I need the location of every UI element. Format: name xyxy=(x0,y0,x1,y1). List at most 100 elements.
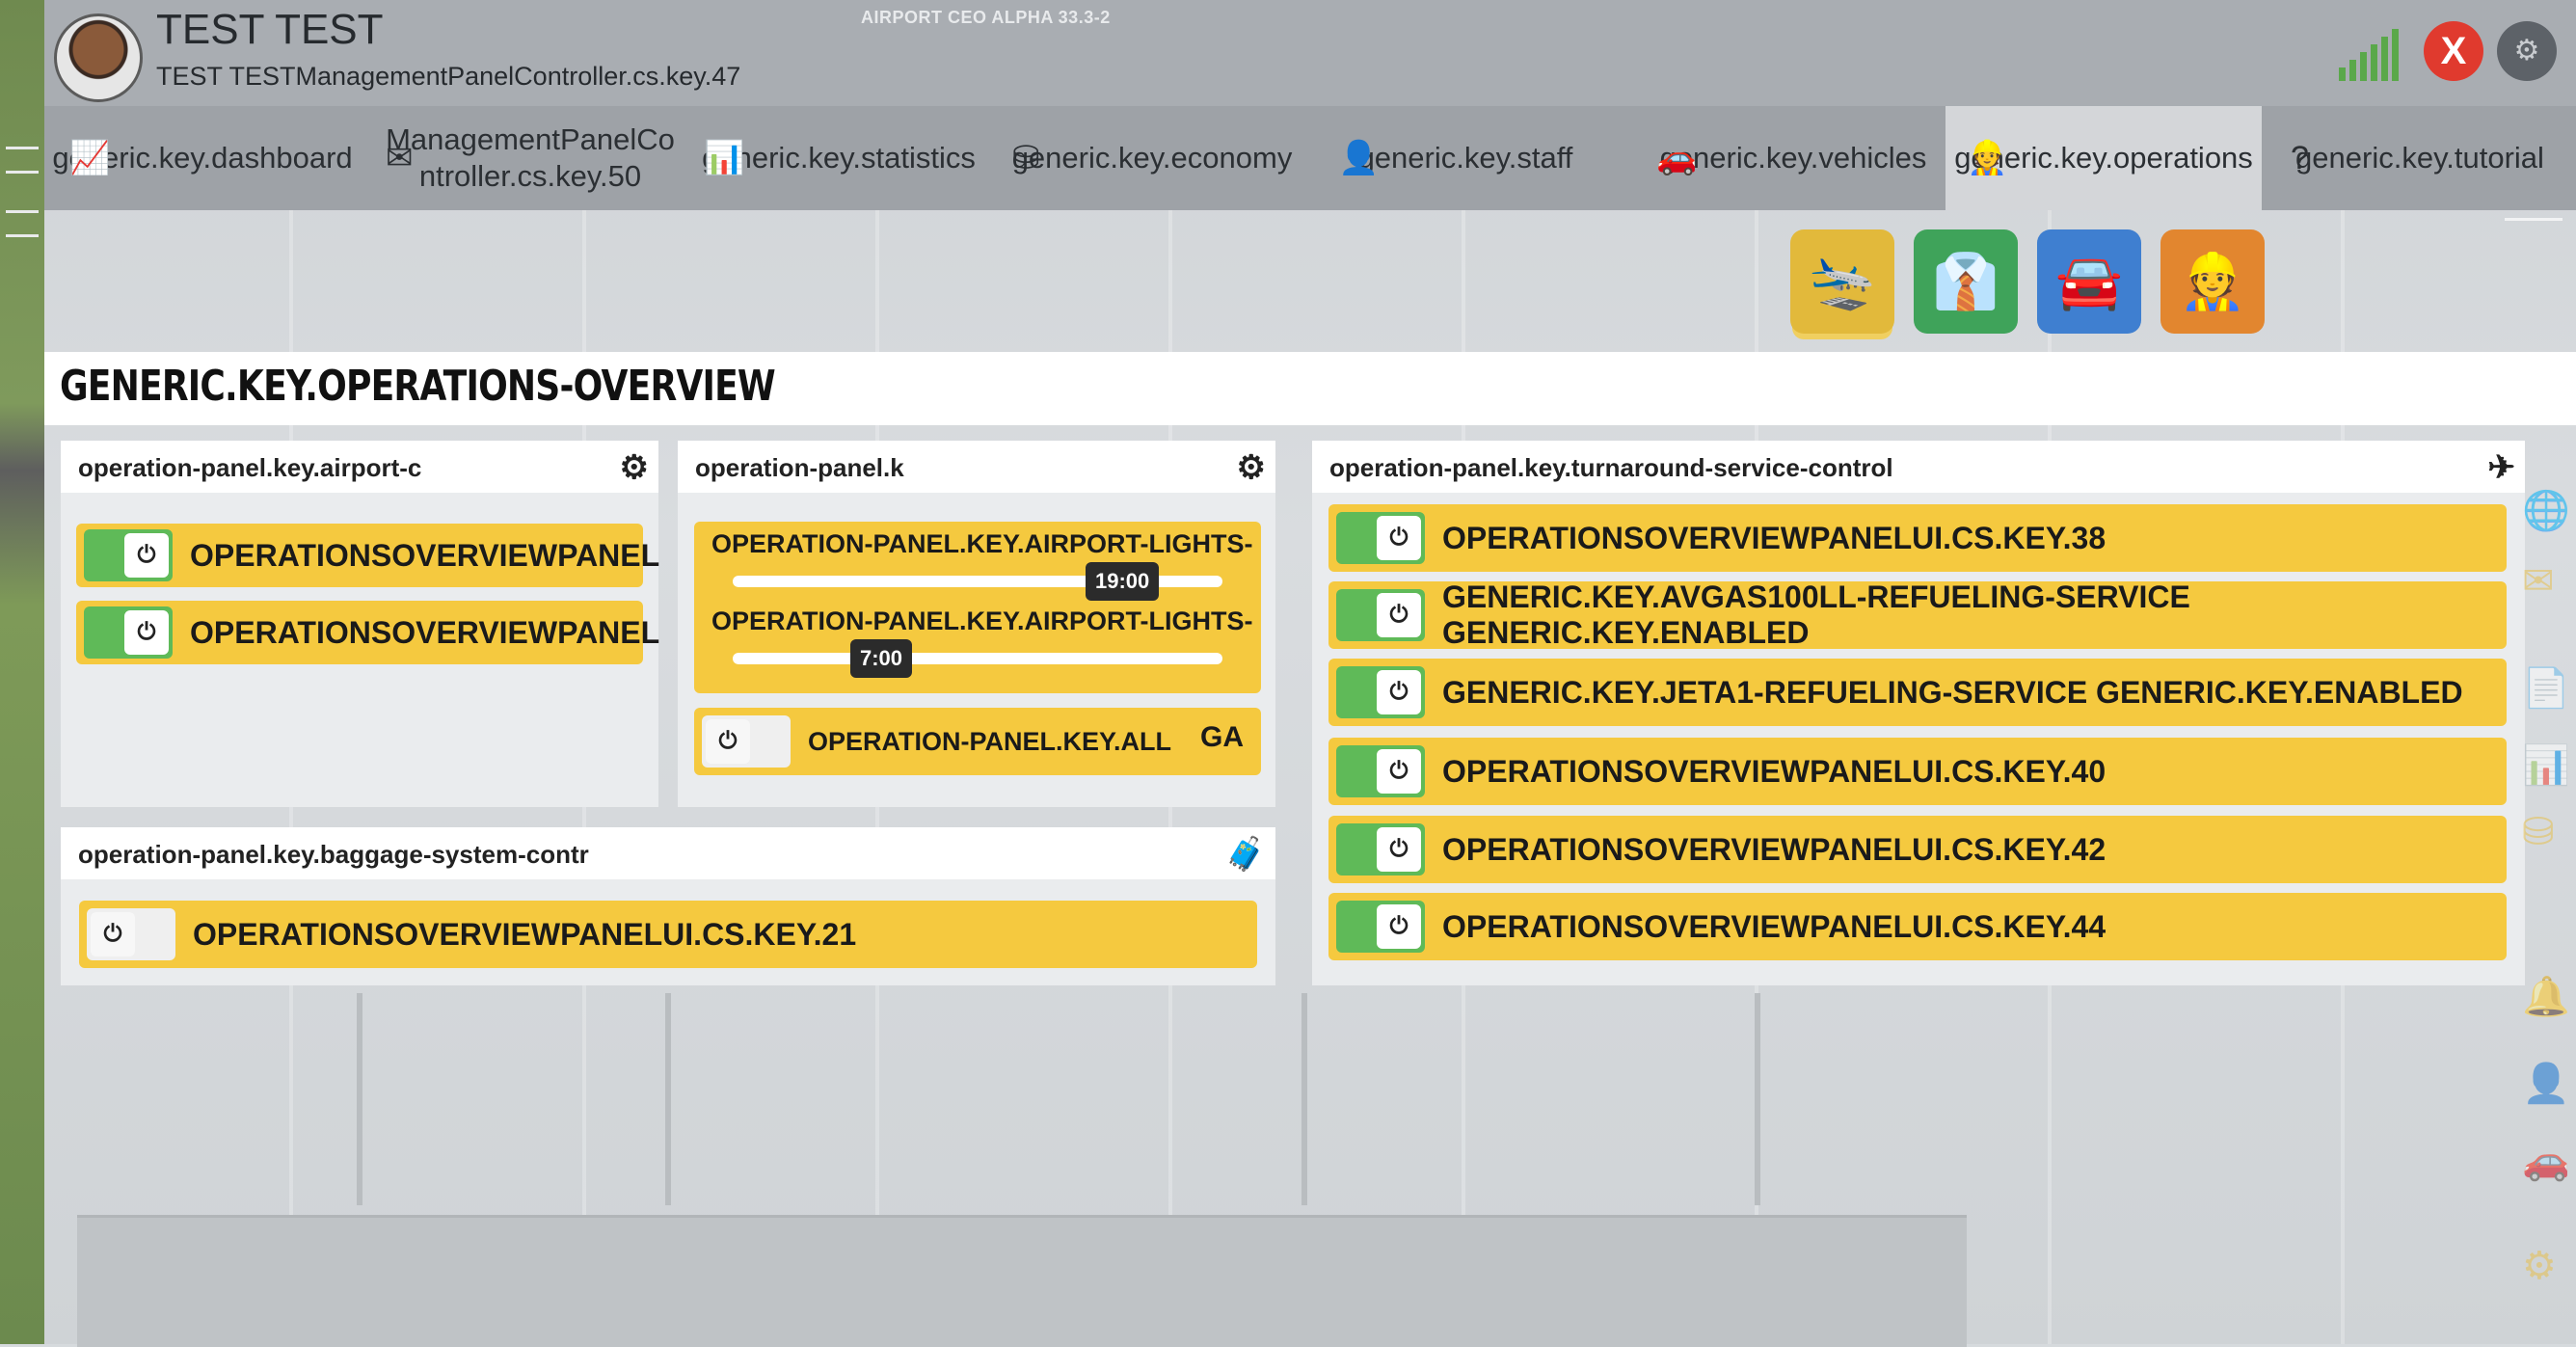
power-toggle[interactable]: ⏻ xyxy=(1336,589,1425,641)
panel-title: operation-panel.key.airport-c xyxy=(78,453,422,482)
gear-icon[interactable]: ⚙ xyxy=(1237,448,1266,487)
staff-operations-button[interactable]: 👔 xyxy=(1914,229,2018,334)
power-toggle[interactable]: ⏻ xyxy=(1336,745,1425,797)
power-toggle[interactable]: ⏻ xyxy=(1336,666,1425,718)
globe-icon[interactable]: 🌐 xyxy=(2522,488,2570,533)
toggle-row[interactable]: ⏻ OPERATIONSOVERVIEWPANEL xyxy=(76,601,659,664)
slider-handle[interactable]: 7:00 xyxy=(850,639,913,678)
slider-handle[interactable]: 19:00 xyxy=(1086,562,1160,601)
power-toggle[interactable]: ⏻ xyxy=(1336,512,1425,564)
tab-dashboard[interactable]: 📈 generic.key.dashboard xyxy=(48,106,357,210)
coins-icon: ⛁ xyxy=(1012,140,1040,176)
airport-operations-button[interactable]: 🛬 xyxy=(1790,229,1894,334)
version-label: AIRPORT CEO ALPHA 33.3-2 xyxy=(861,8,1111,27)
gear-icon[interactable]: ⚙ xyxy=(620,448,649,487)
map-terminal-area xyxy=(77,1215,1967,1347)
power-icon: ⏻ xyxy=(124,533,169,578)
worker-icon: 👷 xyxy=(2179,251,2246,313)
power-toggle[interactable]: ⏻ xyxy=(1336,823,1425,876)
map-road xyxy=(1301,993,1307,1205)
panel-title: operation-panel.key.baggage-system-contr xyxy=(78,840,589,869)
panel-title: operation-panel.k xyxy=(695,453,904,482)
power-icon: ⏻ xyxy=(1377,749,1421,794)
tab-label: generic.key.vehicles xyxy=(1659,141,1927,175)
mail-icon: ✉ xyxy=(386,140,414,176)
player-avatar[interactable] xyxy=(54,13,143,102)
person-icon: 👤 xyxy=(1338,140,1380,176)
tab-label: generic.key.tutorial xyxy=(2295,141,2544,175)
person-icon[interactable]: 👤 xyxy=(2522,1061,2570,1106)
document-icon[interactable]: 📄 xyxy=(2522,665,2570,711)
chart-icon: 📈 xyxy=(69,140,111,176)
gear-icon: ⚙ xyxy=(2513,34,2540,67)
power-toggle[interactable]: ⏻ xyxy=(1336,901,1425,953)
player-subtitle: TEST TESTManagementPanelController.cs.ke… xyxy=(156,62,741,91)
airport-panel: operation-panel.key.airport-c ⚙ ⏻ OPERAT… xyxy=(61,441,659,807)
panel-title: operation-panel.key.turnaround-service-c… xyxy=(1329,453,1893,482)
row-label: OPERATIONSOVERVIEWPANELUI.CS.KEY.40 xyxy=(1442,753,2106,789)
power-icon: ⏻ xyxy=(1377,593,1421,637)
power-icon: ⏻ xyxy=(1377,827,1421,872)
bell-icon[interactable]: 🔔 xyxy=(2522,974,2570,1019)
tab-vehicles[interactable]: 🚗 generic.key.vehicles xyxy=(1649,106,1938,210)
toggle-row[interactable]: ⏻ OPERATIONSOVERVIEWPANELUI.CS.KEY.40 xyxy=(1328,738,2507,805)
row-label: OPERATIONSOVERVIEWPANELUI.CS.KEY.38 xyxy=(1442,520,2106,555)
toggle-row[interactable]: ⏻ OPERATIONSOVERVIEWPANELUI.CS.KEY.38 xyxy=(1328,504,2507,572)
right-side-toolbar: 🌐 ✉ 📄 📊 ⛁ 🔔 👤 🚗 ⚙ xyxy=(2518,424,2576,1344)
map-road xyxy=(665,993,671,1205)
toggle-row[interactable]: ⏻ OPERATIONSOVERVIEWPANELUI.CS.KEY.21 xyxy=(79,901,1257,968)
mail-icon[interactable]: ✉ xyxy=(2522,559,2555,604)
row-label: OPERATIONSOVERVIEWPANEL xyxy=(190,614,660,650)
power-toggle[interactable]: ⏻ xyxy=(84,606,173,659)
panel-header: operation-panel.key.airport-c ⚙ xyxy=(61,441,658,493)
menu-icon[interactable] xyxy=(6,210,39,237)
power-toggle[interactable]: ⏻ xyxy=(702,715,791,768)
general-aviation-icon: GA xyxy=(1200,721,1244,753)
power-icon: ⏻ xyxy=(1377,904,1421,949)
car-icon[interactable]: 🚗 xyxy=(2522,1138,2570,1183)
turnaround-panel: operation-panel.key.turnaround-service-c… xyxy=(1312,441,2525,985)
player-name: TEST TEST xyxy=(156,6,384,53)
gear-icon[interactable]: ⚙ xyxy=(2522,1244,2557,1288)
tab-tutorial[interactable]: ? generic.key.tutorial xyxy=(2285,106,2555,210)
lights-off-slider[interactable] xyxy=(733,653,1222,664)
menu-icon[interactable] xyxy=(6,147,39,174)
toggle-row[interactable]: ⏻ OPERATION-PANEL.KEY.ALL GA xyxy=(694,708,1261,775)
contractor-operations-button[interactable]: 👷 xyxy=(2160,229,2265,334)
toggle-row[interactable]: ⏻ OPERATIONSOVERVIEWPANEL xyxy=(76,524,659,587)
toggle-row[interactable]: ⏻ GENERIC.KEY.AVGAS100LL-REFUELING-SERVI… xyxy=(1328,579,2507,650)
overview-title-band: GENERIC.KEY.OPERATIONS-OVERVIEW xyxy=(44,352,2576,425)
close-button[interactable]: X xyxy=(2424,21,2483,81)
toggle-row[interactable]: ⏻ GENERIC.KEY.JETA1-REFUELING-SERVICE GE… xyxy=(1328,659,2507,726)
power-toggle[interactable]: ⏻ xyxy=(84,529,173,581)
luggage-icon: 🧳 xyxy=(1224,836,1266,873)
map-road xyxy=(1755,993,1760,1205)
bar-chart-icon[interactable]: 📊 xyxy=(2522,742,2570,788)
slider-label: OPERATION-PANEL.KEY.AIRPORT-LIGHTS- xyxy=(711,606,1253,635)
row-label: GENERIC.KEY.AVGAS100LL-REFUELING-SERVICE… xyxy=(1442,579,2190,650)
power-toggle[interactable]: ⏻ xyxy=(87,908,175,960)
bar-chart-icon: 📊 xyxy=(704,140,745,176)
tab-operations[interactable]: 👷 generic.key.operations xyxy=(1945,106,2262,210)
panel-header: operation-panel.key.baggage-system-contr… xyxy=(61,827,1275,879)
row-label: OPERATIONSOVERVIEWPANELUI.CS.KEY.21 xyxy=(193,916,857,952)
vehicle-operations-button[interactable]: 🚘 xyxy=(2037,229,2141,334)
map-road xyxy=(357,993,362,1205)
tab-economy[interactable]: ⛁ generic.key.economy xyxy=(1007,106,1297,210)
coins-icon[interactable]: ⛁ xyxy=(2522,810,2555,854)
tab-messages[interactable]: ✉ ManagementPanelController.cs.key.50 xyxy=(357,106,675,210)
staff-icon: 👔 xyxy=(1932,251,1999,313)
power-icon: ⏻ xyxy=(91,912,135,956)
baggage-panel: operation-panel.key.baggage-system-contr… xyxy=(61,827,1275,985)
toggle-row[interactable]: ⏻ OPERATIONSOVERVIEWPANELUI.CS.KEY.42 xyxy=(1328,816,2507,883)
tab-statistics[interactable]: 📊 generic.key.statistics xyxy=(694,106,983,210)
power-icon: ⏻ xyxy=(1377,670,1421,714)
car-icon: 🚘 xyxy=(2055,251,2123,313)
tab-label: generic.key.economy xyxy=(1011,141,1293,175)
scroll-indicator xyxy=(2505,218,2563,221)
tab-staff[interactable]: 👤 generic.key.staff xyxy=(1330,106,1600,210)
settings-button[interactable]: ⚙ xyxy=(2497,21,2557,81)
toggle-row[interactable]: ⏻ OPERATIONSOVERVIEWPANELUI.CS.KEY.44 xyxy=(1328,893,2507,960)
runway-lights-icon: 🛬 xyxy=(1809,251,1876,313)
row-label: GENERIC.KEY.JETA1-REFUELING-SERVICE GENE… xyxy=(1442,674,2463,710)
